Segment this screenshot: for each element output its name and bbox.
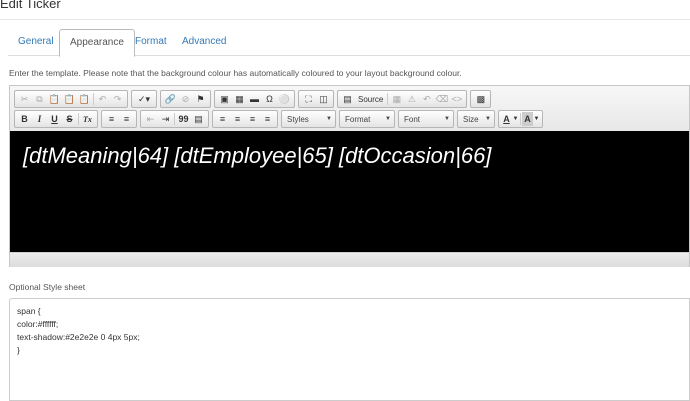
paste-word-icon[interactable]: 📋 bbox=[77, 92, 92, 106]
copy-icon[interactable]: ⧉ bbox=[32, 92, 47, 106]
table-icon[interactable]: ▦ bbox=[232, 92, 247, 106]
tab-bar: General Appearance Format Advanced bbox=[8, 28, 690, 57]
source-icon[interactable]: ▤ bbox=[340, 92, 355, 106]
page-title: Edit Ticker bbox=[0, 0, 61, 11]
size-label: Size bbox=[463, 114, 479, 124]
chevron-down-icon: ▼ bbox=[326, 116, 332, 122]
bold-button[interactable]: B bbox=[17, 112, 32, 126]
list-group: ≡ ≡ bbox=[101, 110, 137, 128]
redo-icon[interactable]: ↷ bbox=[110, 92, 125, 106]
bg-color-button[interactable]: A bbox=[522, 112, 533, 126]
size-dropdown[interactable]: Size ▼ bbox=[457, 110, 495, 128]
chevron-down-icon: ▼ bbox=[385, 116, 391, 122]
format-dropdown[interactable]: Format ▼ bbox=[339, 110, 395, 128]
chevron-down-icon: ▼ bbox=[485, 116, 491, 122]
special-char-icon[interactable]: Ω bbox=[262, 92, 277, 106]
editor-content-area[interactable]: [dtMeaning|64] [dtEmployee|65] [dtOccasi… bbox=[10, 131, 689, 252]
font-label: Font bbox=[404, 114, 421, 124]
toolbar-separator bbox=[520, 113, 521, 125]
outdent-icon[interactable]: ⇤ bbox=[143, 112, 158, 126]
toolbar-separator bbox=[387, 93, 389, 105]
color-group: A ▼ A ▼ bbox=[498, 110, 543, 128]
editor-resize-bar[interactable] bbox=[10, 252, 689, 267]
bullet-list-icon[interactable]: ≡ bbox=[119, 112, 134, 126]
view-group: ⛶ ◫ bbox=[298, 90, 334, 108]
rich-text-editor: ✂ ⧉ 📋 📋 📋 ↶ ↷ ✓▾ 🔗 ⊘ ⚑ ▣ ▦ ▬ Ω ⚪ ⛶ ◫ ▤ S… bbox=[9, 85, 690, 267]
format-label: Format bbox=[345, 114, 371, 124]
show-blocks-icon[interactable]: ◫ bbox=[316, 92, 331, 106]
styles-dropdown[interactable]: Styles ▼ bbox=[281, 110, 336, 128]
toolbar-separator bbox=[174, 113, 175, 125]
tab-format[interactable]: Format bbox=[125, 29, 177, 56]
italic-button[interactable]: I bbox=[32, 112, 47, 126]
undo-icon[interactable]: ↶ bbox=[95, 92, 110, 106]
maximize-icon[interactable]: ⛶ bbox=[301, 92, 316, 106]
chevron-down-icon: ▼ bbox=[444, 116, 450, 122]
anchor-flag-icon[interactable]: ⚑ bbox=[193, 92, 208, 106]
source-button[interactable]: Source bbox=[355, 92, 386, 106]
tab-advanced[interactable]: Advanced bbox=[172, 29, 236, 56]
clipboard-group: ✂ ⧉ 📋 📋 📋 ↶ ↷ bbox=[14, 90, 128, 108]
clear-format-button[interactable]: Tx bbox=[80, 112, 95, 126]
insert-group: ▣ ▦ ▬ Ω ⚪ bbox=[214, 90, 295, 108]
text-style-group: B I U S Tx bbox=[14, 110, 98, 128]
tab-appearance[interactable]: Appearance bbox=[59, 29, 135, 57]
styles-label: Styles bbox=[287, 114, 309, 124]
align-justify-icon[interactable]: ≡ bbox=[260, 112, 275, 126]
editor-toolbar: ✂ ⧉ 📋 📋 📋 ↶ ↷ ✓▾ 🔗 ⊘ ⚑ ▣ ▦ ▬ Ω ⚪ ⛶ ◫ ▤ S… bbox=[10, 86, 689, 131]
text-color-button[interactable]: A bbox=[501, 112, 512, 126]
font-dropdown[interactable]: Font ▼ bbox=[398, 110, 454, 128]
extra-group: ▩ bbox=[470, 90, 492, 108]
iframe-globe-icon[interactable]: ⚪ bbox=[277, 92, 292, 106]
align-left-icon[interactable]: ≡ bbox=[215, 112, 230, 126]
title-divider bbox=[0, 19, 690, 20]
spellcheck-icon[interactable]: ✓▾ bbox=[134, 92, 154, 106]
blockquote-button[interactable]: 99 bbox=[176, 112, 191, 126]
code-icon[interactable]: <> bbox=[449, 92, 464, 106]
qr-grid-icon[interactable]: ▩ bbox=[473, 92, 488, 106]
spellcheck-group: ✓▾ bbox=[131, 90, 157, 108]
cut-icon[interactable]: ✂ bbox=[17, 92, 32, 106]
stylesheet-label: Optional Style sheet bbox=[9, 282, 86, 292]
links-group: 🔗 ⊘ ⚑ bbox=[160, 90, 211, 108]
strike-button[interactable]: S bbox=[62, 112, 77, 126]
horizontal-line-icon[interactable]: ▬ bbox=[247, 92, 262, 106]
undo-alt-icon[interactable]: ↶ bbox=[419, 92, 434, 106]
div-container-icon[interactable]: ▤ bbox=[191, 112, 206, 126]
align-center-icon[interactable]: ≡ bbox=[230, 112, 245, 126]
remove-format-icon[interactable]: ⌫ bbox=[434, 92, 449, 106]
indent-icon[interactable]: ⇥ bbox=[158, 112, 173, 126]
chevron-down-icon[interactable]: ▼ bbox=[533, 112, 540, 126]
link-icon[interactable]: 🔗 bbox=[163, 92, 178, 106]
replace-icon[interactable]: ⚠ bbox=[404, 92, 419, 106]
template-text[interactable]: [dtMeaning|64] [dtEmployee|65] [dtOccasi… bbox=[23, 143, 491, 169]
align-group: ≡ ≡ ≡ ≡ bbox=[212, 110, 278, 128]
toolbar-separator bbox=[93, 93, 94, 105]
align-right-icon[interactable]: ≡ bbox=[245, 112, 260, 126]
image-icon[interactable]: ▣ bbox=[217, 92, 232, 106]
chevron-down-icon[interactable]: ▼ bbox=[512, 112, 519, 126]
numbered-list-icon[interactable]: ≡ bbox=[104, 112, 119, 126]
source-group: ▤ Source ▦ ⚠ ↶ ⌫ <> bbox=[337, 90, 468, 108]
paste-text-icon[interactable]: 📋 bbox=[62, 92, 77, 106]
underline-button[interactable]: U bbox=[47, 112, 62, 126]
indent-group: ⇤ ⇥ 99 ▤ bbox=[140, 110, 209, 128]
template-hint: Enter the template. Please note that the… bbox=[9, 68, 462, 78]
stylesheet-textarea[interactable]: span { color:#ffffff; text-shadow:#2e2e2… bbox=[9, 298, 690, 401]
find-icon[interactable]: ▦ bbox=[389, 92, 404, 106]
toolbar-separator bbox=[78, 113, 79, 125]
tab-general[interactable]: General bbox=[8, 29, 64, 56]
paste-icon[interactable]: 📋 bbox=[47, 92, 62, 106]
unlink-icon[interactable]: ⊘ bbox=[178, 92, 193, 106]
